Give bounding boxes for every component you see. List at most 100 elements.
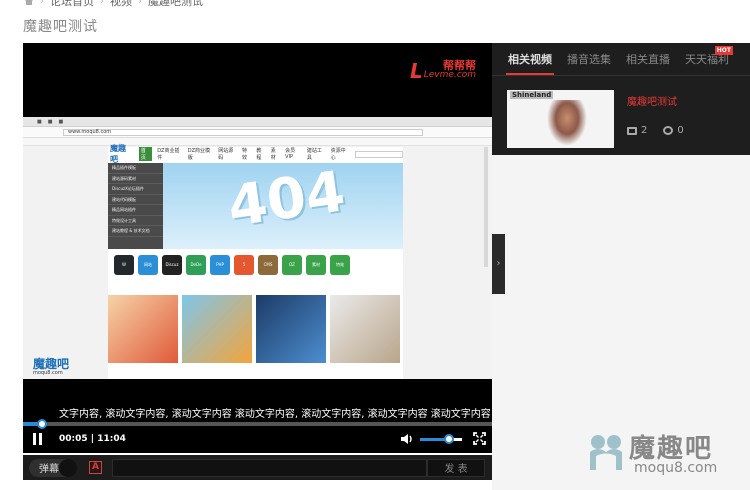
phpcms-icon: PHP — [210, 255, 230, 275]
breadcrumb-separator: › — [138, 0, 142, 7]
tabs-divider — [492, 75, 750, 76]
frame-card — [256, 295, 326, 363]
frame-side-menu-item: 精品插件模板 — [108, 163, 163, 174]
frame-site-nav-item: DZ商业模版 — [187, 148, 211, 161]
thumbnail-figure — [547, 100, 587, 146]
related-title[interactable]: 魔趣吧测试 — [627, 93, 741, 108]
video-player[interactable]: L 帮帮帮 Levme.com ■ ■ ■ www.moqu8.com 魔趣吧 首页… — [23, 43, 492, 453]
frame-card — [108, 295, 178, 363]
related-info: 魔趣吧测试 2 0 — [627, 90, 741, 148]
frame-site-nav-item: 资源中心 — [330, 148, 346, 161]
frame-bookmarks — [23, 138, 492, 146]
volume-icon[interactable] — [400, 433, 414, 445]
breadcrumb-item-forum-home[interactable]: 论坛首页 — [50, 0, 94, 9]
player-controls: 00:05 | 11:04 — [23, 429, 492, 449]
chat-icon — [663, 126, 674, 135]
frame-browser-tabs: ■ ■ ■ — [23, 117, 492, 127]
frame-banner: 404 — [163, 163, 403, 249]
frame-site-nav: 首页 DZ商业插件 DZ商业模版 网站源码 特效 教程 素材 会员VIP 建站工具 资源中心 — [138, 147, 350, 161]
cms-icon: CMS — [258, 255, 278, 275]
breadcrumb-separator: › — [100, 0, 104, 7]
watermark: 魔趣吧 moqu8.com — [584, 428, 744, 483]
frame-logo-overlay: 魔趣吧 moqu8.com — [33, 355, 69, 376]
pause-icon[interactable] — [31, 432, 45, 446]
related-item[interactable]: Shineland 魔趣吧测试 2 0 — [507, 90, 741, 148]
frame-banner-404: 404 — [224, 163, 349, 240]
comment-count: 2 — [641, 125, 648, 136]
material-icon: 素材 — [306, 255, 326, 275]
volume-handle[interactable] — [444, 434, 455, 444]
thumbnail-label: Shineland — [510, 91, 554, 99]
frame-side-menu-item: 精品网站插件 — [108, 205, 163, 216]
dede-icon: DeDe — [186, 255, 206, 275]
frame-address-bar: www.moqu8.com — [23, 127, 492, 138]
watermark-url: moqu8.com — [634, 460, 718, 476]
frame-site-nav-item: 教程 — [256, 148, 262, 161]
frame-side-menu-item: 建站源码素材 — [108, 174, 163, 184]
frame-section-bar — [108, 287, 403, 294]
frame-scrollbar — [484, 147, 488, 267]
expand-panel-button[interactable]: › — [492, 234, 505, 294]
special-icon: 特效 — [330, 255, 350, 275]
tab-related-videos[interactable]: 相关视频 — [506, 51, 554, 75]
breadcrumb-item-video[interactable]: 视频 — [110, 0, 132, 9]
progress-bar[interactable] — [23, 419, 492, 429]
frame-site-nav-item: 会员VIP — [285, 148, 296, 160]
chat-count: 0 — [677, 125, 684, 136]
progress-handle[interactable] — [36, 419, 47, 429]
frame-banner-row: 精品插件模板 建站源码素材 DiscuzX论坛插件 建站代码模板 精品网站插件 特效设计工… — [108, 163, 403, 249]
brand-mark: L — [410, 59, 423, 83]
frame-site-nav-item: DZ商业插件 — [157, 148, 180, 161]
volume-slider[interactable] — [420, 434, 462, 444]
discuz-x-icon: Discuz — [162, 255, 182, 275]
breadcrumb-separator: › — [40, 0, 44, 7]
text-style-icon[interactable]: A — [89, 461, 102, 474]
frame-side-menu-item: 特效设计工具 — [108, 216, 163, 226]
fullscreen-icon[interactable] — [473, 432, 486, 445]
danmaku-input[interactable] — [112, 458, 427, 477]
wordpress-icon: W — [114, 255, 134, 275]
time-display: 00:05 | 11:04 — [59, 434, 126, 444]
frame-site-nav-item: 首页 — [138, 147, 153, 161]
html5-icon: 5 — [234, 255, 254, 275]
frame-card — [330, 295, 400, 363]
video-frame: ■ ■ ■ www.moqu8.com 魔趣吧 首页 DZ商业插件 DZ商业模版 网站源码… — [23, 117, 492, 379]
panel-tabs: 相关视频 播音选集 相关直播 天天福利 HOT — [492, 43, 750, 75]
frame-site-header: 魔趣吧 首页 DZ商业插件 DZ商业模版 网站源码 特效 教程 素材 会员VIP 建站工具 资源中… — [108, 144, 403, 164]
brand-url: Levme.com — [423, 70, 476, 80]
tab-episodes[interactable]: 播音选集 — [567, 51, 611, 75]
danmaku-scroll-text: 文字内容, 滚动文字内容, 滚动文字内容 滚动文字内容, 滚动文字内容, 滚动文… — [59, 409, 491, 420]
frame-cards — [108, 295, 400, 363]
frame-side-menu-item: DiscuzX论坛插件 — [108, 184, 163, 195]
frame-card — [182, 295, 252, 363]
frame-site-nav-item: 特效 — [242, 148, 248, 161]
frame-side-menu-item: 建站代码模板 — [108, 195, 163, 205]
frame-site-nav-item: 素材 — [270, 148, 276, 161]
related-panel: 相关视频 播音选集 相关直播 天天福利 HOT Shineland 魔趣吧测试 … — [492, 43, 750, 155]
brand-logo: L 帮帮帮 Levme.com — [410, 57, 478, 83]
related-stats: 2 0 — [627, 125, 684, 136]
breadcrumb-item-current: 魔趣吧测试 — [148, 0, 203, 8]
danmaku-toggle-label: 弹幕 — [39, 464, 59, 475]
frame-site-nav-item: 建站工具 — [306, 148, 322, 161]
frame-logo-text: 魔趣吧 — [33, 357, 70, 371]
progress-fill — [23, 422, 37, 426]
tab-related-live[interactable]: 相关直播 — [626, 51, 670, 75]
danmaku-bar: 弹幕 A 发 表 — [23, 455, 492, 480]
hot-badge: HOT — [714, 46, 733, 55]
watermark-logo-icon — [590, 435, 622, 470]
frame-side-menu-item: 建站教程 & 技术文档 — [108, 226, 163, 237]
send-button[interactable]: 发 表 — [427, 458, 485, 477]
frame-website: 魔趣吧 首页 DZ商业插件 DZ商业模版 网站源码 特效 教程 素材 会员VIP 建站工具 资源中… — [108, 144, 403, 379]
frame-site-search — [355, 150, 403, 158]
frame-site-logo: 魔趣吧 — [110, 144, 126, 164]
discuz-icon: 网站 — [138, 255, 158, 275]
template-icon: DZ — [282, 255, 302, 275]
frame-app-icons: W 网站 Discuz DeDe PHP 5 CMS DZ 素材 特效 — [114, 255, 350, 275]
comment-icon — [627, 126, 637, 135]
frame-url: www.moqu8.com — [63, 128, 423, 136]
home-icon[interactable] — [24, 0, 34, 6]
related-thumbnail[interactable]: Shineland — [507, 90, 614, 148]
breadcrumb: › 论坛首页 › 视频 › 魔趣吧测试 — [24, 0, 203, 8]
danmaku-toggle[interactable]: 弹幕 — [29, 458, 77, 477]
